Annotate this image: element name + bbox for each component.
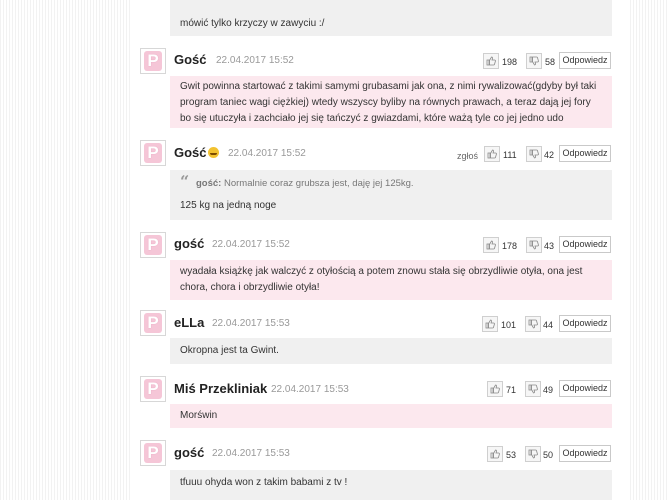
dislikes-count: 43 xyxy=(544,241,555,251)
comment-date: 22.04.2017 15:53 xyxy=(212,448,290,459)
comments-column: mówić tylko krzyczy w zawyciu :/ P Gość … xyxy=(130,0,630,500)
dislikes-count: 50 xyxy=(543,450,554,460)
comment-text: mówić tylko krzyczy w zawyciu :/ xyxy=(180,18,325,29)
dislike-button[interactable] xyxy=(525,446,541,462)
comment-date: 22.04.2017 15:52 xyxy=(228,148,306,159)
quote-mark-icon: “ xyxy=(180,172,190,191)
grin-emoji-icon xyxy=(207,147,219,158)
thumbs-up-icon xyxy=(490,384,500,394)
letter-p-avatar-icon: P xyxy=(144,51,162,71)
comment-date: 22.04.2017 15:53 xyxy=(212,318,290,329)
comment-author[interactable]: Gość xyxy=(174,145,219,160)
thumbs-down-icon xyxy=(529,56,539,66)
comment-text: Gwit powinna startować z takimi samymi g… xyxy=(180,81,597,124)
comment-body: Morświn xyxy=(170,404,612,428)
quote-text: Normalnie coraz grubsza jest, daję jej 1… xyxy=(223,178,414,189)
likes-count: 53 xyxy=(506,450,517,460)
thumbs-down-icon xyxy=(528,319,538,329)
comment-date: 22.04.2017 15:52 xyxy=(212,239,290,250)
dislike-button[interactable] xyxy=(525,316,541,332)
comment-text: Morświn xyxy=(180,410,218,421)
likes-count: 198 xyxy=(502,57,518,67)
thumbs-down-icon xyxy=(528,449,538,459)
thumbs-up-icon xyxy=(486,56,496,66)
dislikes-count: 58 xyxy=(545,57,556,67)
like-button[interactable] xyxy=(483,237,499,253)
comment-author[interactable]: eLLa xyxy=(174,315,204,330)
report-link[interactable]: zgłoś xyxy=(457,151,478,161)
letter-p-avatar-icon: P xyxy=(144,313,162,333)
comment-text: tfuuu ohyda won z takim babami z tv ! xyxy=(180,477,348,488)
letter-p-avatar-icon: P xyxy=(144,235,162,255)
comment-author[interactable]: gość xyxy=(174,445,204,460)
avatar: P xyxy=(140,310,166,336)
avatar: P xyxy=(140,440,166,466)
like-button[interactable] xyxy=(484,146,500,162)
thumbs-down-icon xyxy=(529,149,539,159)
dislikes-count: 42 xyxy=(544,150,555,160)
like-button[interactable] xyxy=(483,53,499,69)
likes-count: 101 xyxy=(501,320,517,330)
dislike-button[interactable] xyxy=(525,381,541,397)
comment-text: 125 kg na jedną noge xyxy=(180,200,277,211)
comment-author[interactable]: gość xyxy=(174,236,204,251)
letter-p-avatar-icon: P xyxy=(144,443,162,463)
thumbs-down-icon xyxy=(529,240,539,250)
reply-button[interactable]: Odpowiedz xyxy=(559,236,611,253)
like-button[interactable] xyxy=(487,381,503,397)
avatar: P xyxy=(140,376,166,402)
comment-body: mówić tylko krzyczy w zawyciu :/ xyxy=(170,0,612,36)
thumbs-up-icon xyxy=(486,240,496,250)
dislike-button[interactable] xyxy=(526,237,542,253)
thumbs-down-icon xyxy=(528,384,538,394)
comment-text: Okropna jest ta Gwint. xyxy=(180,345,279,356)
thumbs-up-icon xyxy=(485,319,495,329)
avatar: P xyxy=(140,232,166,258)
like-button[interactable] xyxy=(487,446,503,462)
comment-body: “ gość: Normalnie coraz grubsza jest, da… xyxy=(170,170,612,220)
comment-body: wyadała książkę jak walczyć z otyłością … xyxy=(170,260,612,300)
dislike-button[interactable] xyxy=(526,53,542,69)
letter-p-avatar-icon: P xyxy=(144,379,162,399)
avatar: P xyxy=(140,140,166,166)
dislike-button[interactable] xyxy=(526,146,542,162)
quoted-comment: “ gość: Normalnie coraz grubsza jest, da… xyxy=(180,172,602,191)
comment-date: 22.04.2017 15:53 xyxy=(271,384,349,395)
comment-author[interactable]: Gość xyxy=(174,52,207,67)
reply-button[interactable]: Odpowiedz xyxy=(559,445,611,462)
comment-body: Okropna jest ta Gwint. xyxy=(170,338,612,364)
avatar: P xyxy=(140,48,166,74)
letter-p-avatar-icon: P xyxy=(144,143,162,163)
comment-author[interactable]: Miś Przekliniak xyxy=(174,381,267,396)
likes-count: 178 xyxy=(502,241,518,251)
comment-body: Gwit powinna startować z takimi samymi g… xyxy=(170,76,612,128)
dislikes-count: 49 xyxy=(543,385,554,395)
likes-count: 111 xyxy=(503,150,517,160)
comment-body: tfuuu ohyda won z takim babami z tv ! xyxy=(170,470,612,500)
likes-count: 71 xyxy=(506,385,517,395)
thumbs-up-icon xyxy=(490,449,500,459)
comment-text: wyadała książkę jak walczyć z otyłością … xyxy=(180,266,583,293)
comment-date: 22.04.2017 15:52 xyxy=(216,55,294,66)
reply-button[interactable]: Odpowiedz xyxy=(559,52,611,69)
reply-button[interactable]: Odpowiedz xyxy=(559,380,611,397)
reply-button[interactable]: Odpowiedz xyxy=(559,315,611,332)
reply-button[interactable]: Odpowiedz xyxy=(559,145,611,162)
quote-author: gość: xyxy=(196,178,222,189)
thumbs-up-icon xyxy=(487,149,497,159)
dislikes-count: 44 xyxy=(543,320,554,330)
like-button[interactable] xyxy=(482,316,498,332)
